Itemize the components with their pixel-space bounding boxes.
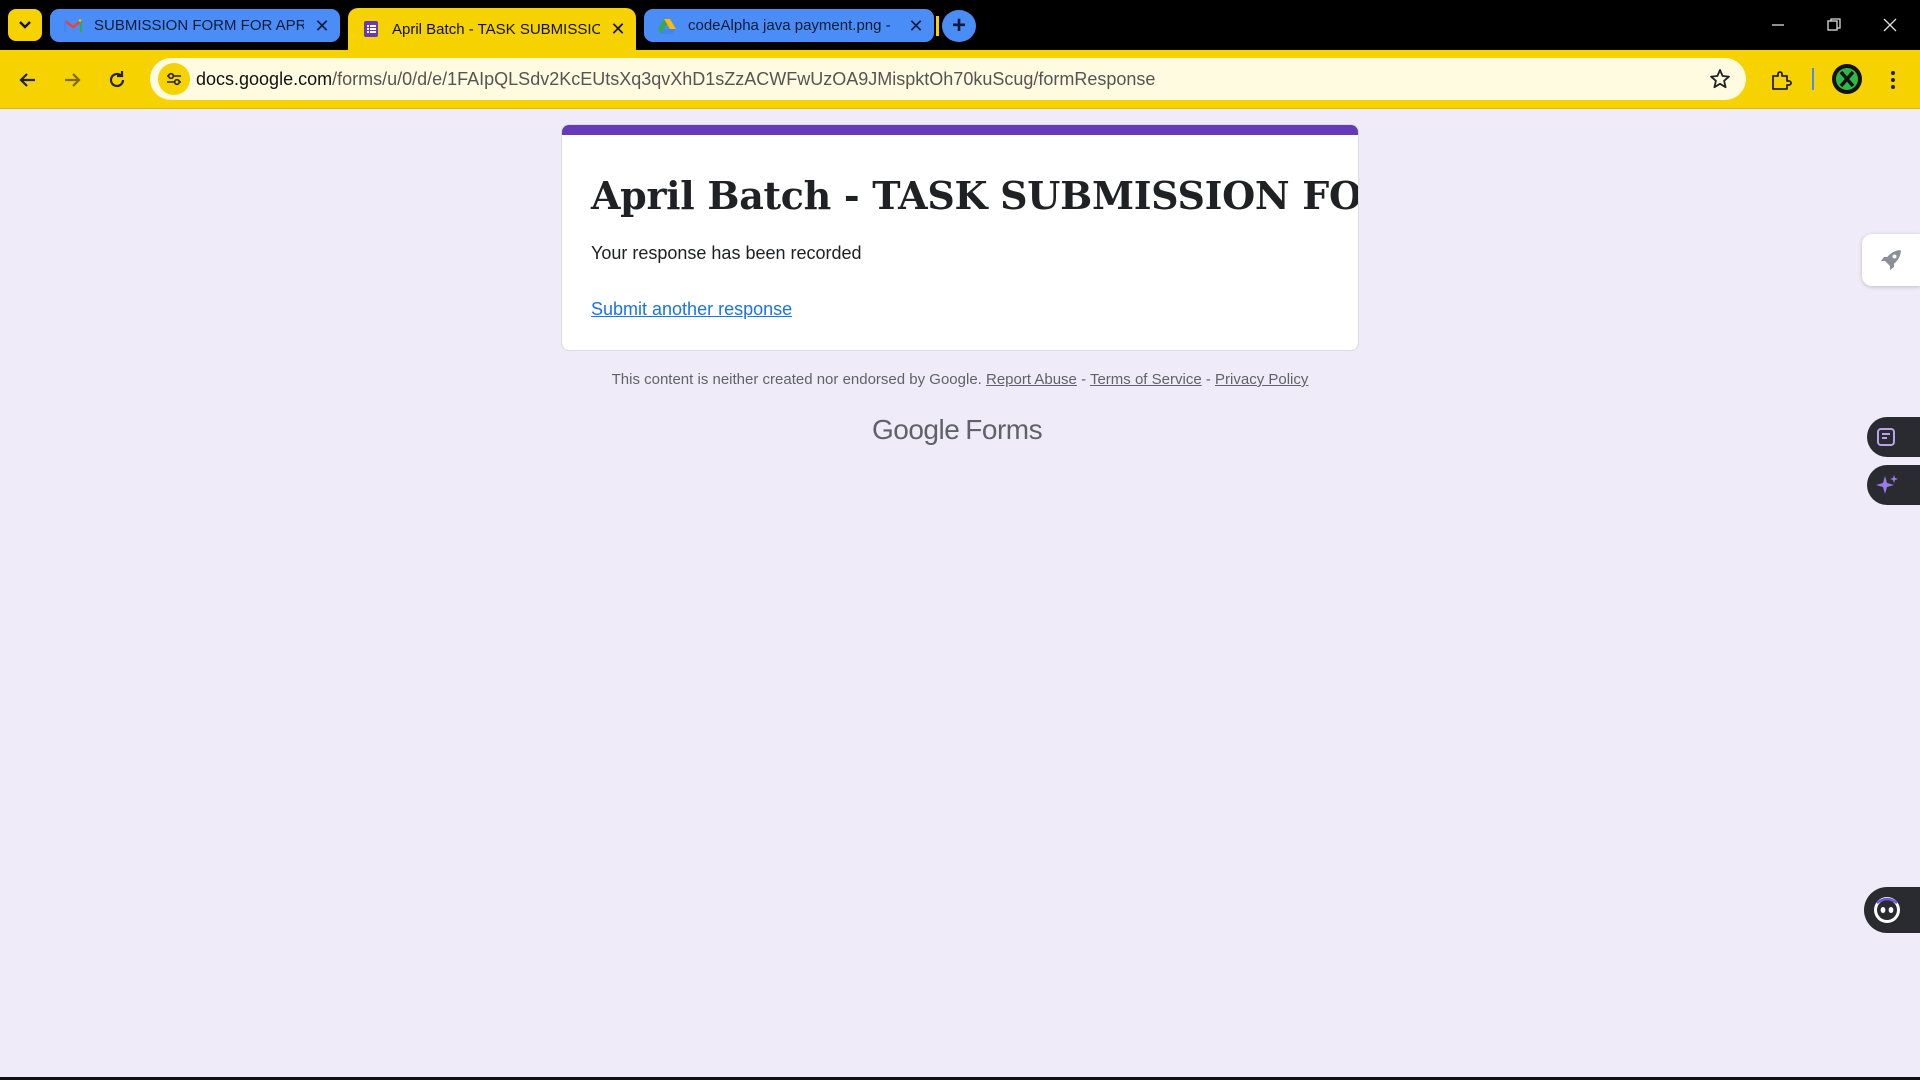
tab-separator [936, 16, 939, 36]
forward-button[interactable] [54, 62, 90, 98]
kebab-menu-icon [1891, 71, 1895, 89]
close-tab-icon[interactable]: ✕ [898, 17, 934, 35]
sparkle-icon [1876, 475, 1898, 494]
tab-title: April Batch - TASK SUBMISSION [392, 20, 600, 38]
report-abuse-link[interactable]: Report Abuse [986, 371, 1077, 388]
side-widget-ai[interactable] [1867, 465, 1920, 505]
note-icon [1877, 428, 1895, 446]
form-title: April Batch - TASK SUBMISSION FORM [591, 173, 1359, 218]
reload-button[interactable] [99, 62, 135, 98]
tune-icon [167, 72, 181, 86]
tab-title: codeAlpha java payment.png - [688, 17, 891, 34]
site-info-button[interactable] [158, 63, 190, 95]
tab-gmail[interactable]: SUBMISSION FORM FOR APRIL ✕ [50, 9, 340, 42]
disclaimer-text: This content is neither created nor endo… [611, 371, 982, 388]
tab-search-button[interactable] [8, 9, 42, 41]
terms-of-service-link[interactable]: Terms of Service [1090, 371, 1202, 388]
puzzle-icon [1772, 71, 1792, 90]
submit-another-response-link[interactable]: Submit another response [591, 299, 792, 320]
url-text[interactable]: docs.google.com/forms/u/0/d/e/1FAIpQLSdv… [196, 69, 1155, 90]
minimize-icon [1772, 24, 1784, 26]
extensions-button[interactable] [1766, 65, 1796, 95]
browser-toolbar: docs.google.com/forms/u/0/d/e/1FAIpQLSdv… [0, 50, 1920, 109]
profile-icon [1836, 68, 1858, 90]
url-host: docs.google.com [196, 69, 333, 89]
tab-drive[interactable]: codeAlpha java payment.png - ✕ [644, 9, 934, 42]
restore-icon [1827, 18, 1841, 31]
logo-google-text: Google [872, 414, 960, 445]
privacy-policy-link[interactable]: Privacy Policy [1215, 371, 1308, 388]
response-recorded-text: Your response has been recorded [591, 243, 862, 263]
side-widget-assistant[interactable] [1864, 887, 1920, 933]
back-button[interactable] [10, 62, 46, 98]
chevron-down-icon [19, 21, 31, 29]
rocket-icon [1881, 250, 1901, 270]
tab-strip: SUBMISSION FORM FOR APRIL ✕ April Batch … [0, 0, 1920, 50]
separator: - [1076, 371, 1090, 388]
tab-forms-active[interactable]: April Batch - TASK SUBMISSION ✕ [348, 8, 636, 50]
google-forms-icon [362, 20, 380, 38]
form-response-card: April Batch - TASK SUBMISSION FORM Your … [561, 124, 1359, 351]
separator: - [1201, 371, 1216, 388]
url-path: /forms/u/0/d/e/1FAIpQLSdv2KcEUtsXq3qvXhD… [332, 69, 1156, 89]
arrow-right-icon [65, 73, 81, 87]
form-accent-bar [562, 125, 1358, 135]
robot-face-icon [1874, 897, 1900, 923]
address-bar[interactable]: docs.google.com/forms/u/0/d/e/1FAIpQLSdv… [150, 58, 1746, 100]
footer-disclaimer: This content is neither created nor endo… [0, 371, 1920, 388]
reload-icon [109, 71, 125, 88]
toolbar-divider [1812, 68, 1814, 90]
gmail-icon [64, 17, 82, 35]
tab-title: SUBMISSION FORM FOR APRIL [94, 17, 304, 34]
minimize-button[interactable] [1750, 0, 1806, 50]
close-tab-icon[interactable]: ✕ [600, 20, 636, 38]
arrow-left-icon [19, 73, 35, 87]
close-tab-icon[interactable]: ✕ [304, 17, 340, 35]
close-window-button[interactable] [1862, 0, 1918, 50]
logo-forms-text: Forms [965, 414, 1043, 445]
restore-button[interactable] [1806, 0, 1862, 50]
side-widget-rocket[interactable] [1862, 234, 1920, 286]
browser-menu-button[interactable] [1878, 65, 1908, 95]
close-icon [1883, 18, 1897, 32]
new-tab-button[interactable]: + [942, 10, 976, 42]
side-widget-notes[interactable] [1867, 417, 1920, 457]
bookmark-star-icon[interactable] [1708, 67, 1732, 91]
profile-avatar[interactable] [1832, 64, 1862, 94]
google-drive-icon [658, 17, 676, 35]
google-forms-logo[interactable]: Google Forms [872, 414, 1043, 446]
